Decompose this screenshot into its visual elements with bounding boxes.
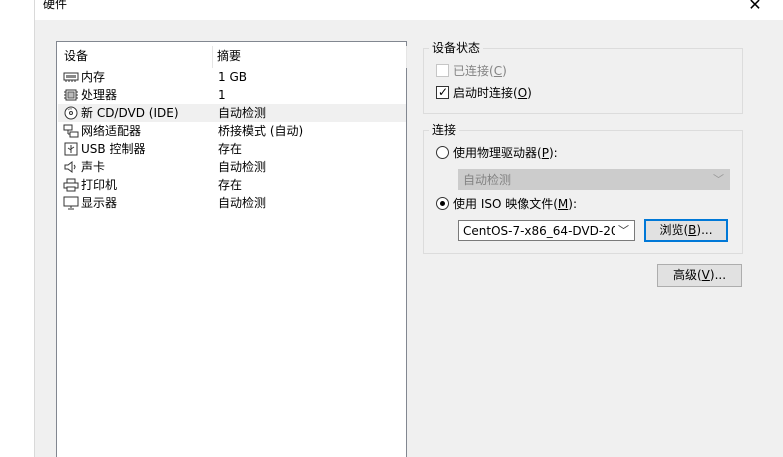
device-summary: 1 GB	[218, 70, 247, 84]
advanced-button-label: 高级(V)...	[672, 268, 727, 282]
list-header: 设备 摘要	[57, 46, 407, 68]
device-name: 声卡	[81, 160, 106, 174]
title-bar: 硬件 ✕	[35, 0, 783, 20]
device-row-usb-controller[interactable]: USB 控制器 存在	[58, 140, 406, 158]
printer-icon	[63, 178, 79, 192]
device-row-sound-card[interactable]: 声卡 自动检测	[58, 158, 406, 176]
checkbox-box: ✓	[436, 85, 449, 99]
monitor-icon	[63, 196, 79, 210]
close-icon[interactable]: ✕	[745, 0, 765, 15]
device-summary: 存在	[218, 178, 243, 192]
device-summary: 自动检测	[218, 160, 267, 174]
physical-drive-value: 自动检测	[463, 173, 512, 187]
device-summary: 1	[218, 88, 226, 102]
column-header-summary[interactable]: 摘要	[217, 48, 241, 64]
background-window	[0, 0, 34, 457]
device-row-network-adapter[interactable]: 网络适配器 桥接模式 (自动)	[58, 122, 406, 140]
use-iso-file-label: 使用 ISO 映像文件(M):	[453, 197, 578, 211]
column-header-device[interactable]: 设备	[64, 48, 88, 64]
usb-icon	[64, 142, 78, 156]
window-title: 硬件	[43, 0, 68, 11]
hardware-dialog: 硬件 ✕ 设备 摘要 内存 1 GB 处理器 1 新 CD/DVD (IDE) …	[35, 0, 783, 457]
checkbox-box	[436, 64, 449, 77]
physical-drive-select[interactable]: 自动检测 ﹀	[458, 169, 730, 190]
device-row-memory[interactable]: 内存 1 GB	[58, 68, 406, 86]
group-label-connection: 连接	[429, 122, 460, 138]
connect-at-power-on-label: 启动时连接(O)	[453, 86, 532, 100]
iso-file-value: CentOS-7-x86_64-DVD-2009	[463, 224, 615, 238]
network-adapter-icon	[63, 124, 79, 138]
connected-checkbox[interactable]: 已连接(C)	[436, 62, 586, 80]
chevron-down-icon: ﹀	[713, 173, 724, 186]
device-list[interactable]: 设备 摘要 内存 1 GB 处理器 1 新 CD/DVD (IDE) 自动检测 …	[56, 41, 407, 457]
iso-file-select[interactable]: CentOS-7-x86_64-DVD-2009 ﹀	[458, 220, 635, 241]
group-label-device-status: 设备状态	[429, 40, 484, 56]
device-summary: 存在	[218, 142, 243, 156]
advanced-button[interactable]: 高级(V)...	[657, 264, 742, 287]
check-icon: ✓	[438, 85, 449, 99]
device-summary: 自动检测	[218, 106, 267, 120]
browse-button[interactable]: 浏览(B)...	[644, 219, 728, 242]
device-name: 内存	[81, 70, 106, 84]
device-name: 打印机	[81, 178, 118, 192]
cd-dvd-icon	[64, 106, 78, 120]
use-physical-drive-label: 使用物理驱动器(P):	[453, 146, 558, 160]
chevron-down-icon: ﹀	[618, 224, 629, 237]
device-name: 网络适配器	[81, 124, 142, 138]
radio-selected-dot	[440, 201, 445, 206]
use-iso-file-radio[interactable]: 使用 ISO 映像文件(M):	[436, 195, 636, 213]
connect-at-power-on-checkbox[interactable]: ✓ 启动时连接(O)	[436, 84, 586, 102]
speaker-icon	[64, 161, 76, 173]
radio-circle	[436, 197, 449, 210]
connection-group: 连接 使用物理驱动器(P): 自动检测 ﹀ 使用 ISO 映像文件(M): Ce…	[423, 122, 743, 254]
use-physical-drive-radio[interactable]: 使用物理驱动器(P):	[436, 144, 636, 162]
memory-icon	[63, 72, 79, 82]
processor-icon	[64, 89, 78, 101]
device-name: 新 CD/DVD (IDE)	[81, 106, 179, 120]
device-row-display[interactable]: 显示器 自动检测	[58, 194, 406, 212]
browse-button-label: 浏览(B)...	[659, 223, 713, 237]
device-row-printer[interactable]: 打印机 存在	[58, 176, 406, 194]
device-name: 处理器	[81, 88, 118, 102]
device-summary: 桥接模式 (自动)	[218, 124, 304, 138]
radio-circle	[436, 146, 449, 159]
connected-label: 已连接(C)	[453, 64, 507, 78]
device-row-cd-dvd[interactable]: 新 CD/DVD (IDE) 自动检测	[58, 104, 406, 122]
device-row-processor[interactable]: 处理器 1	[58, 86, 406, 104]
device-status-group: 设备状态 已连接(C) ✓ 启动时连接(O)	[423, 40, 743, 114]
column-divider	[406, 46, 407, 68]
device-summary: 自动检测	[218, 196, 267, 210]
device-name: USB 控制器	[81, 142, 146, 156]
device-name: 显示器	[81, 196, 118, 210]
column-divider	[212, 46, 213, 68]
